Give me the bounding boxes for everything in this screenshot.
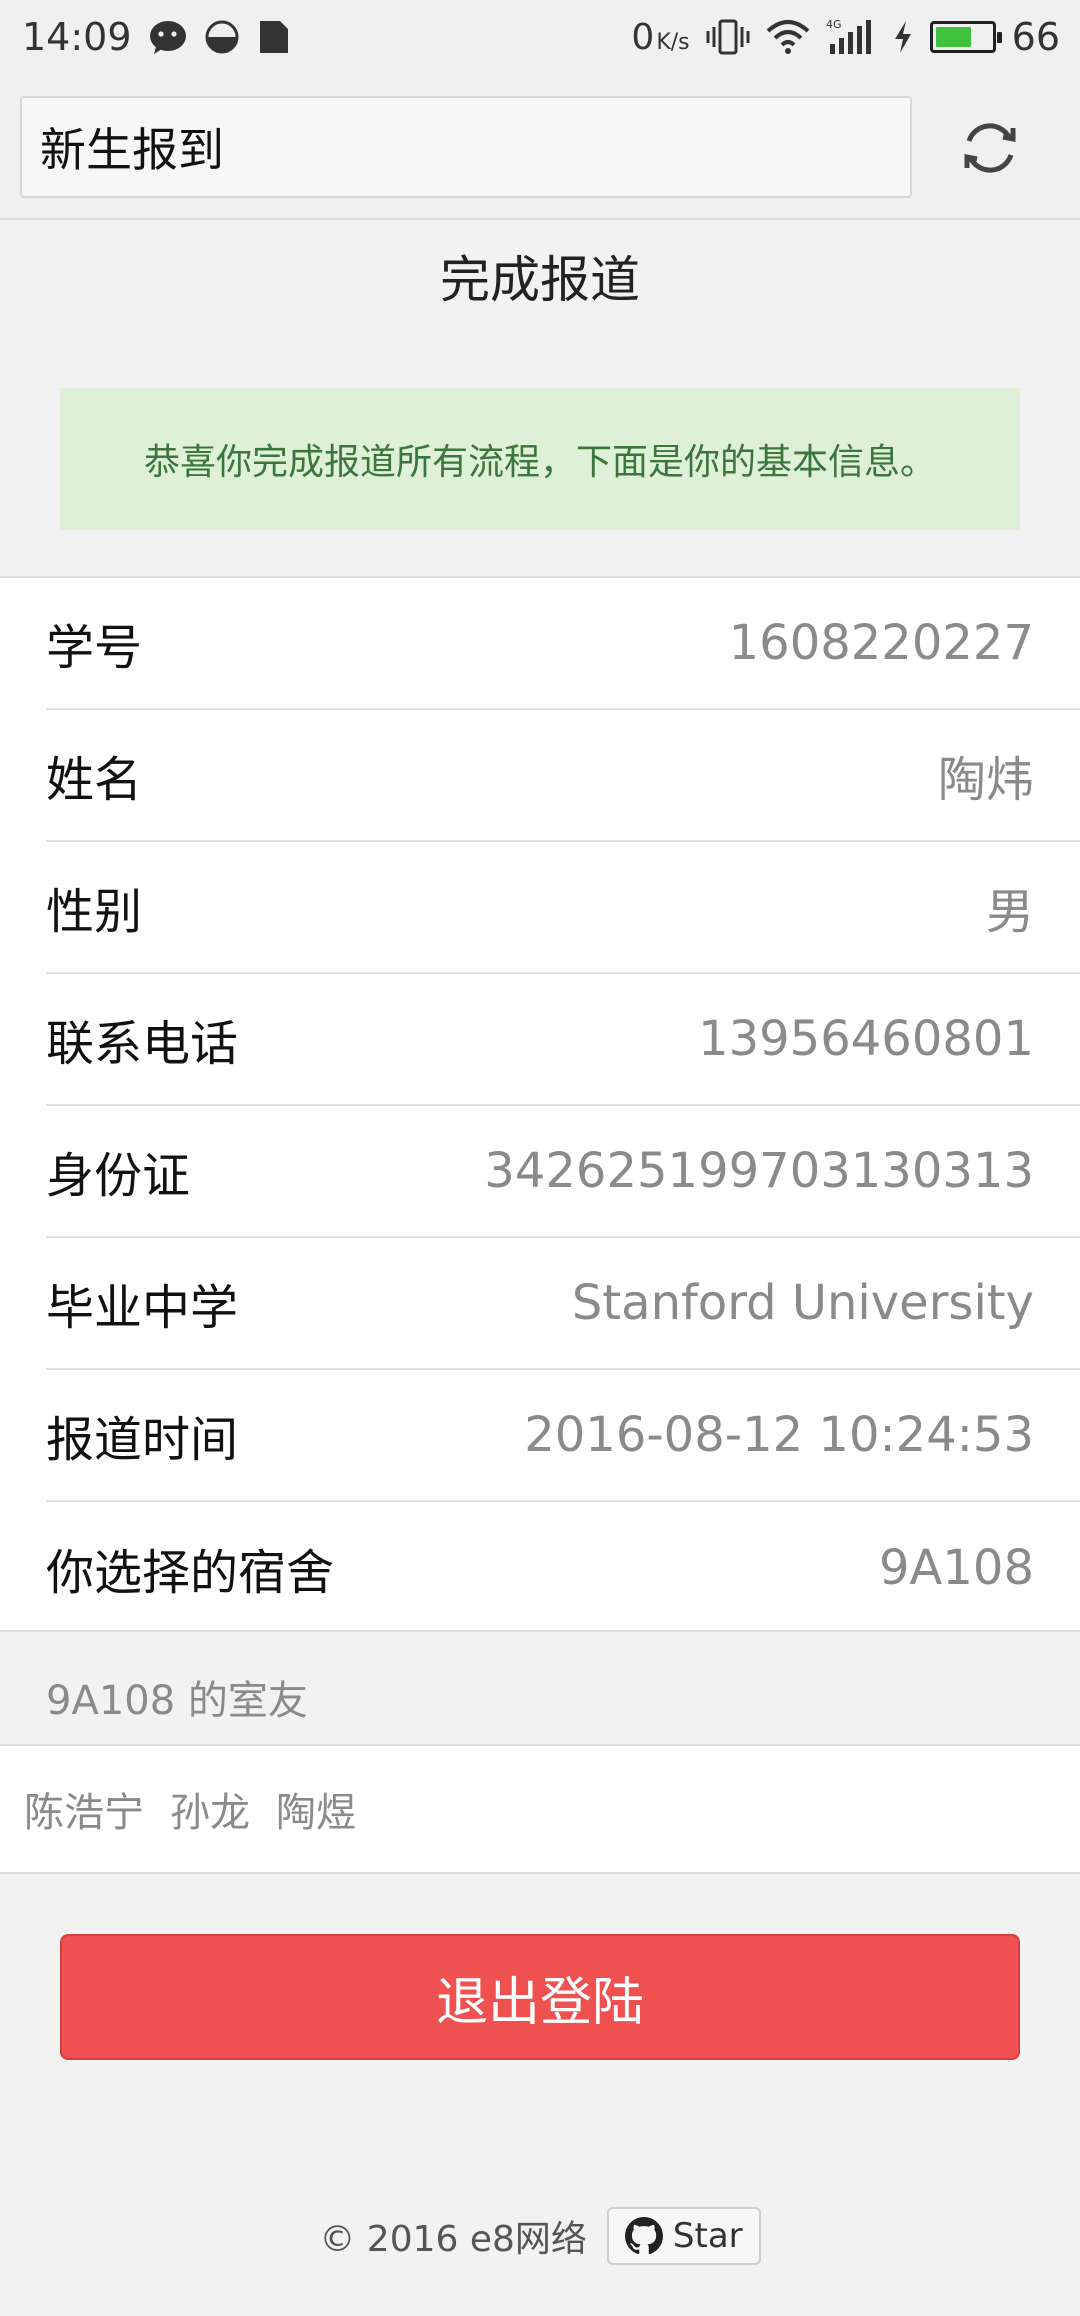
- vibrate-icon: [706, 19, 750, 55]
- success-notice: 恭喜你完成报道所有流程，下面是你的基本信息。: [60, 388, 1020, 530]
- app-title: 新生报到: [20, 96, 912, 198]
- wifi-icon: [766, 19, 810, 55]
- roommate-name: 孙龙: [170, 1790, 250, 1836]
- info-label: 学号: [46, 620, 143, 676]
- roommate-name: 陶煜: [276, 1790, 356, 1836]
- info-row-report-time: 报道时间 2016-08-12 10:24:53: [46, 1370, 1080, 1502]
- status-bar: 14:09 0K/s 4G 66: [0, 0, 1080, 74]
- info-value: Stanford University: [571, 1275, 1034, 1331]
- info-row-phone: 联系电话 13956460801: [46, 974, 1080, 1106]
- info-value: 342625199703130313: [484, 1143, 1034, 1199]
- wechat-icon: [148, 19, 188, 55]
- signal-icon: 4G: [826, 18, 876, 56]
- info-value: 陶炜: [937, 752, 1034, 808]
- roommates-list: 陈浩宁 孙龙 陶煜: [0, 1744, 1080, 1874]
- svg-text:4G: 4G: [826, 18, 842, 31]
- info-row-name: 姓名 陶炜: [46, 710, 1080, 842]
- page-title: 完成报道: [440, 251, 640, 309]
- info-value: 1608220227: [728, 615, 1034, 671]
- info-row-high-school: 毕业中学 Stanford University: [46, 1238, 1080, 1370]
- sim-icon: [256, 19, 290, 55]
- info-row-student-id: 学号 1608220227: [46, 578, 1080, 710]
- info-row-dorm: 你选择的宿舍 9A108: [46, 1502, 1080, 1634]
- info-label: 联系电话: [46, 1016, 239, 1072]
- info-value: 男: [985, 884, 1034, 940]
- info-row-gender: 性别 男: [46, 842, 1080, 974]
- app-header: 新生报到: [0, 74, 1080, 220]
- star-label: Star: [672, 2216, 743, 2256]
- net-speed: 0K/s: [631, 16, 690, 58]
- github-star-button[interactable]: Star: [606, 2207, 761, 2265]
- status-time: 14:09: [22, 15, 132, 59]
- github-icon: [624, 2217, 663, 2255]
- info-label: 毕业中学: [46, 1280, 239, 1336]
- info-label: 你选择的宿舍: [46, 1545, 335, 1601]
- info-label: 身份证: [46, 1148, 191, 1204]
- refresh-button[interactable]: [950, 108, 1030, 188]
- roommates-header: 9A108 的室友: [46, 1678, 308, 1724]
- info-label: 姓名: [46, 752, 143, 808]
- roommate-name: 陈浩宁: [24, 1790, 144, 1836]
- info-value: 13956460801: [698, 1011, 1034, 1067]
- charging-icon: [892, 19, 914, 55]
- footer: © 2016 e8网络 Star: [0, 2206, 1080, 2266]
- copyright-text: © 2016 e8网络: [319, 2219, 587, 2260]
- logout-button[interactable]: 退出登陆: [60, 1934, 1020, 2060]
- info-row-id-card: 身份证 342625199703130313: [46, 1106, 1080, 1238]
- info-label: 报道时间: [46, 1412, 239, 1468]
- half-moon-icon: [204, 19, 240, 55]
- info-label: 性别: [46, 884, 143, 940]
- battery-percent: 66: [1011, 15, 1060, 59]
- info-value: 2016-08-12 10:24:53: [524, 1407, 1034, 1463]
- refresh-icon: [964, 123, 1016, 173]
- info-list: 学号 1608220227 姓名 陶炜 性别 男 联系电话 1395646080…: [0, 576, 1080, 1632]
- battery-icon: [929, 21, 1002, 53]
- info-value: 9A108: [879, 1540, 1034, 1596]
